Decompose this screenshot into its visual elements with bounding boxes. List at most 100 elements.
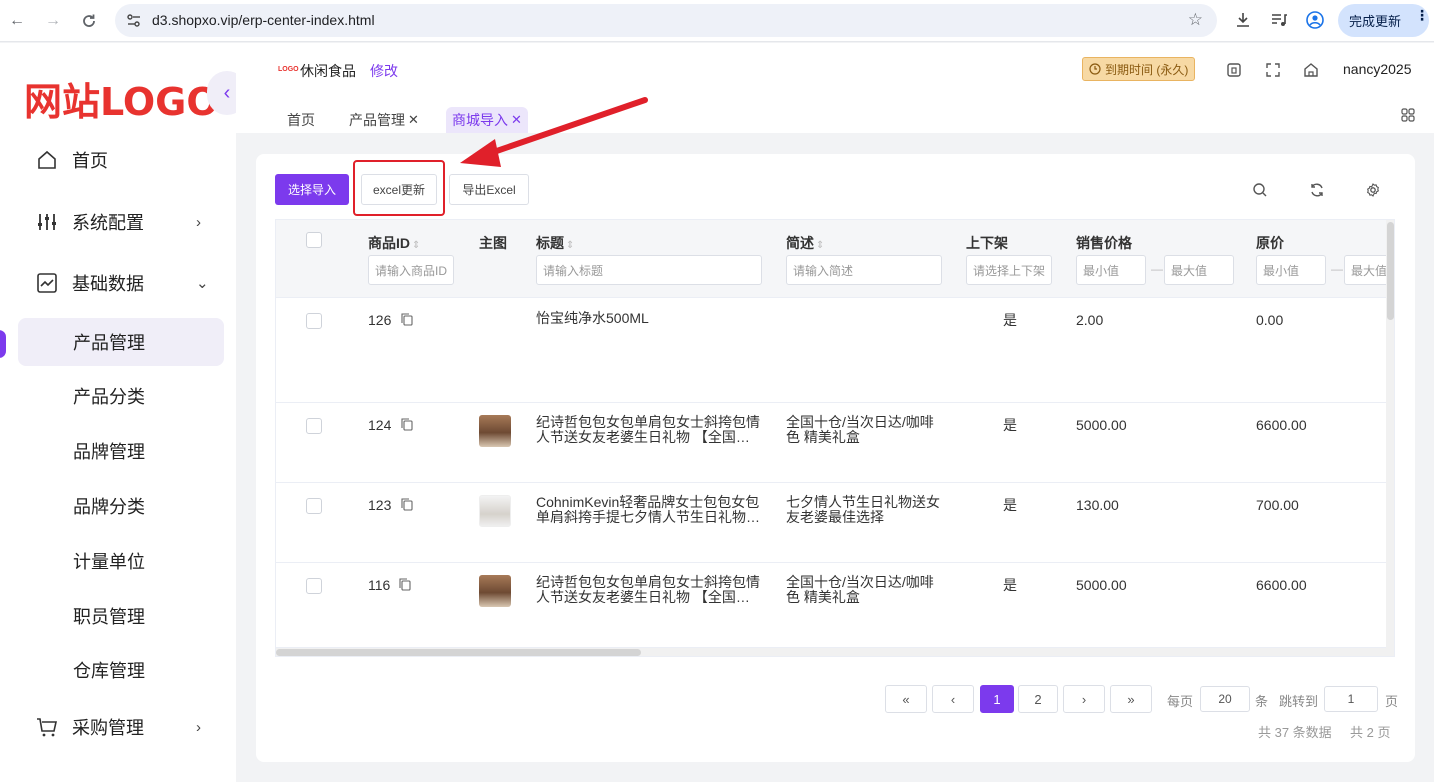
- cell-original-price: 700.00: [1256, 497, 1299, 513]
- chevron-down-icon: ⌄: [196, 275, 209, 292]
- home-icon[interactable]: [1302, 61, 1320, 79]
- copy-icon[interactable]: [401, 498, 413, 511]
- export-excel-button[interactable]: 导出Excel: [449, 174, 529, 205]
- settings-icon[interactable]: [1365, 182, 1381, 198]
- url-text[interactable]: d3.shopxo.vip/erp-center-index.html: [152, 12, 375, 28]
- search-icon[interactable]: [1252, 182, 1268, 198]
- active-indicator: [0, 330, 6, 358]
- row-checkbox[interactable]: [306, 418, 322, 434]
- site-logo[interactable]: 网站LOGO: [24, 71, 219, 126]
- sidebar-item-basic-data[interactable]: 基础数据 ⌄: [0, 259, 236, 307]
- brief-filter-input[interactable]: 请输入简述: [786, 255, 942, 285]
- sort-icon[interactable]: ⇕: [566, 240, 574, 251]
- cell-id: 116: [368, 577, 391, 593]
- close-icon[interactable]: ✕: [408, 112, 419, 128]
- sidebar-item-warehouse[interactable]: 仓库管理: [18, 646, 224, 694]
- per-page-input[interactable]: 20: [1200, 686, 1250, 712]
- id-filter-input[interactable]: 请输入商品ID: [368, 255, 454, 285]
- cell-shelf: 是: [1003, 312, 1017, 328]
- sidebar-item-label: 职员管理: [73, 607, 145, 627]
- product-thumbnail[interactable]: [479, 575, 511, 607]
- forward-icon[interactable]: →: [42, 10, 64, 32]
- copy-icon[interactable]: [401, 418, 413, 431]
- col-header-brief[interactable]: 简述 ⇕: [786, 233, 824, 253]
- sidebar-item-label: 品牌分类: [73, 497, 145, 517]
- sidebar-item-purchase[interactable]: 采购管理 ›: [0, 703, 236, 751]
- range-separator: —: [1151, 262, 1163, 276]
- product-thumbnail[interactable]: [479, 495, 511, 527]
- reload-icon[interactable]: [78, 10, 100, 32]
- sidebar-item-home[interactable]: 首页: [0, 136, 236, 184]
- sidebar-item-label: 首页: [72, 151, 108, 171]
- chevron-left-icon: ‹: [223, 81, 231, 104]
- sidebar-item-product-category[interactable]: 产品分类: [18, 372, 224, 420]
- site-info-icon[interactable]: [125, 12, 143, 30]
- table-row[interactable]: 124 纪诗哲包包女包单肩包女士斜挎包情 人节送女友老婆生日礼物 【全国… 全国…: [276, 403, 1386, 483]
- col-header-title[interactable]: 标题 ⇕: [536, 233, 574, 253]
- sidebar-item-brand-category[interactable]: 品牌分类: [18, 482, 224, 530]
- sidebar-item-staff[interactable]: 职员管理: [18, 592, 224, 640]
- select-import-button[interactable]: 选择导入: [275, 174, 349, 205]
- table-row[interactable]: 123 CohnimKevin轻奢品牌女士包包女包 单肩斜挎手提七夕情人节生日礼…: [276, 483, 1386, 563]
- jump-page-input[interactable]: 1: [1324, 686, 1378, 712]
- cell-original-price: 6600.00: [1256, 577, 1307, 593]
- cell-id: 124: [368, 417, 392, 433]
- shelf-filter-select[interactable]: 请选择上下架: [966, 255, 1052, 285]
- sidebar-item-label: 品牌管理: [73, 442, 145, 462]
- scrollbar-thumb[interactable]: [1387, 222, 1394, 320]
- horizontal-scrollbar[interactable]: [276, 648, 1386, 656]
- sidebar-item-brand-management[interactable]: 品牌管理: [18, 427, 224, 475]
- col-header-image: 主图: [479, 235, 507, 251]
- prev-page-button[interactable]: ‹: [932, 685, 974, 713]
- page-1-button[interactable]: 1: [980, 685, 1014, 713]
- edit-shop-link[interactable]: 修改: [370, 61, 398, 81]
- next-page-button[interactable]: ›: [1063, 685, 1105, 713]
- cell-shelf: 是: [1003, 417, 1017, 433]
- sort-icon[interactable]: ⇕: [412, 240, 420, 251]
- title-filter-input[interactable]: 请输入标题: [536, 255, 762, 285]
- excel-update-button[interactable]: excel更新: [361, 174, 437, 205]
- username[interactable]: nancy2025: [1343, 61, 1412, 77]
- browser-update-button[interactable]: 完成更新 ⋮: [1338, 4, 1429, 37]
- lock-screen-icon[interactable]: [1225, 61, 1243, 79]
- cell-brief: 全国十仓/当次日达/咖啡: [786, 574, 934, 590]
- tab-label: 产品管理: [349, 112, 405, 128]
- tab-product-management[interactable]: 产品管理 ✕: [343, 107, 425, 133]
- back-icon[interactable]: ←: [6, 10, 28, 32]
- product-thumbnail[interactable]: [479, 415, 511, 447]
- price-max-input[interactable]: 最大值: [1164, 255, 1234, 285]
- col-header-id[interactable]: 商品ID ⇕: [368, 233, 420, 253]
- row-checkbox[interactable]: [306, 498, 322, 514]
- row-checkbox[interactable]: [306, 578, 322, 594]
- select-all-checkbox[interactable]: [306, 232, 322, 248]
- price-min-input[interactable]: 最小值: [1076, 255, 1146, 285]
- row-checkbox[interactable]: [306, 313, 322, 329]
- vertical-scrollbar[interactable]: [1386, 220, 1394, 656]
- cell-id: 123: [368, 497, 392, 513]
- col-header-label: 简述: [786, 235, 814, 251]
- copy-icon[interactable]: [401, 313, 413, 326]
- col-header-price: 销售价格: [1076, 235, 1132, 251]
- fullscreen-icon[interactable]: [1264, 61, 1282, 79]
- cart-icon: [37, 718, 57, 737]
- address-bar[interactable]: d3.shopxo.vip/erp-center-index.html ☆: [115, 4, 1217, 37]
- table-row[interactable]: 116 纪诗哲包包女包单肩包女士斜挎包情 人节送女友老婆生日礼物 【全国… 全国…: [276, 563, 1386, 648]
- last-page-button[interactable]: »: [1110, 685, 1152, 713]
- tab-home[interactable]: 首页: [281, 107, 321, 133]
- profile-icon[interactable]: [1304, 9, 1326, 31]
- sort-icon[interactable]: ⇕: [816, 240, 824, 251]
- sidebar-item-product-management[interactable]: 产品管理: [18, 318, 224, 366]
- download-icon[interactable]: [1232, 9, 1254, 31]
- original-min-input[interactable]: 最小值: [1256, 255, 1326, 285]
- table-row[interactable]: 126 怡宝纯净水500ML 是 2.00 0.00: [276, 298, 1386, 403]
- media-control-icon[interactable]: [1268, 9, 1290, 31]
- sidebar-item-system-config[interactable]: 系统配置 ›: [0, 198, 236, 246]
- grid-menu-icon[interactable]: [1401, 108, 1415, 122]
- first-page-button[interactable]: «: [885, 685, 927, 713]
- sidebar-item-unit[interactable]: 计量单位: [18, 537, 224, 585]
- bookmark-star-icon[interactable]: ☆: [1188, 10, 1203, 30]
- page-2-button[interactable]: 2: [1018, 685, 1058, 713]
- copy-icon[interactable]: [399, 578, 411, 591]
- refresh-icon[interactable]: [1309, 182, 1325, 198]
- scrollbar-thumb[interactable]: [276, 649, 641, 656]
